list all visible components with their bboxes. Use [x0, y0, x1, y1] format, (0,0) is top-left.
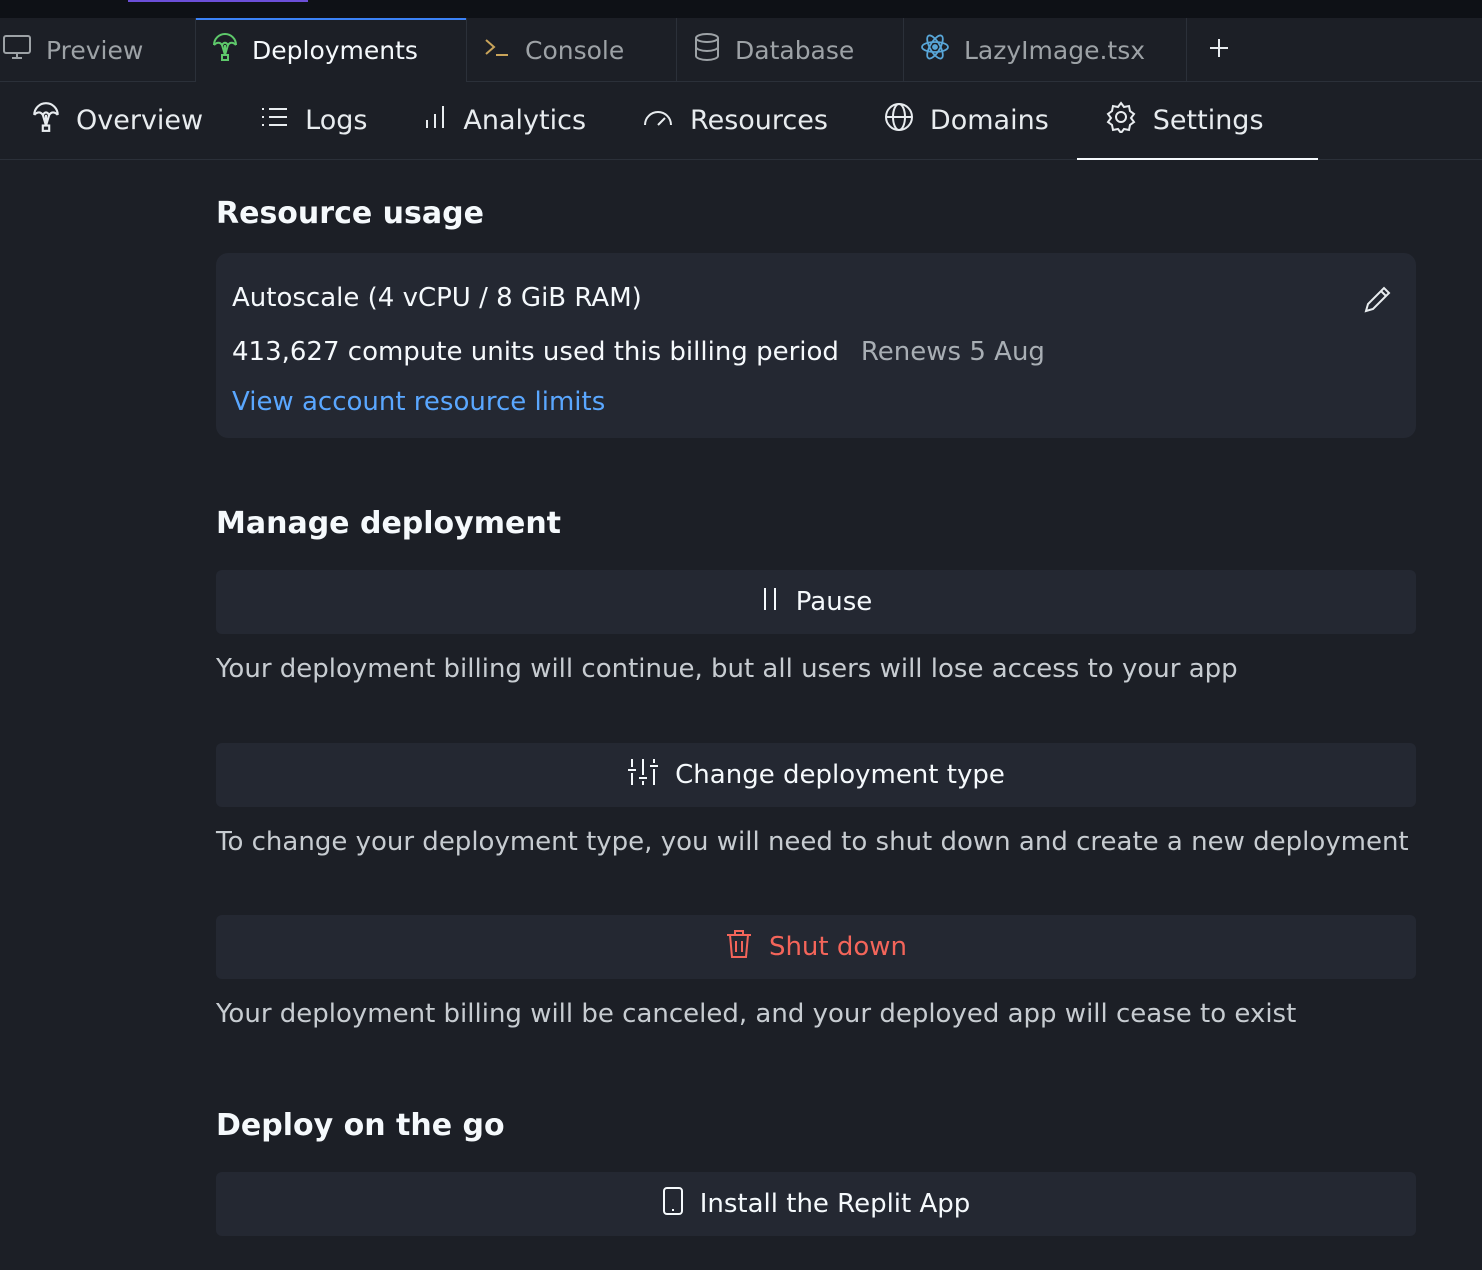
monitor-icon: [2, 33, 32, 67]
subnav-label: Domains: [929, 105, 1049, 136]
tab-database[interactable]: Database: [677, 18, 904, 82]
react-icon: [920, 33, 950, 67]
install-replit-app-button[interactable]: Install the Replit App: [216, 1172, 1416, 1236]
edit-plan-button[interactable]: [1362, 283, 1394, 319]
usage-text: 413,627 compute units used this billing …: [232, 337, 1045, 367]
gear-icon: [1105, 101, 1137, 140]
shut-down-description: Your deployment billing will be canceled…: [216, 999, 1297, 1029]
smartphone-icon: [662, 1186, 684, 1223]
pause-icon: [760, 586, 780, 619]
shut-down-button[interactable]: Shut down: [216, 915, 1416, 979]
subnav-label: Resources: [690, 105, 828, 136]
tab-lazyimage[interactable]: LazyImage.tsx: [904, 18, 1187, 82]
pause-label: Pause: [795, 587, 873, 617]
add-tab-button[interactable]: [1187, 18, 1251, 82]
manage-deployment-heading: Manage deployment: [216, 506, 562, 541]
shut-down-label: Shut down: [768, 932, 908, 962]
change-deployment-type-button[interactable]: Change deployment type: [216, 743, 1416, 807]
pencil-icon: [1362, 286, 1394, 319]
tab-label: Console: [525, 35, 625, 65]
subnav-logs[interactable]: Logs: [259, 82, 393, 160]
install-app-label: Install the Replit App: [699, 1189, 971, 1219]
trash-icon: [725, 928, 753, 967]
list-icon: [259, 105, 289, 136]
window-top-strip: [0, 0, 1482, 18]
deployments-icon: [32, 101, 60, 140]
tab-preview[interactable]: Preview: [0, 18, 196, 82]
tab-label: Preview: [46, 35, 144, 65]
subnav-overview[interactable]: Overview: [32, 82, 229, 160]
subnav-label: Logs: [305, 105, 368, 136]
resource-usage-heading: Resource usage: [216, 196, 484, 231]
terminal-icon: [483, 35, 511, 65]
subnav-resources[interactable]: Resources: [642, 82, 854, 160]
tab-console[interactable]: Console: [467, 18, 677, 82]
gauge-icon: [642, 105, 674, 136]
database-icon: [693, 32, 721, 68]
pause-description: Your deployment billing will continue, b…: [216, 654, 1238, 684]
tab-deployments[interactable]: Deployments: [196, 18, 467, 82]
change-type-description: To change your deployment type, you will…: [216, 827, 1409, 857]
plus-icon: [1208, 37, 1230, 63]
subnav-label: Overview: [76, 105, 204, 136]
subnav-analytics[interactable]: Analytics: [423, 82, 612, 160]
plan-text: Autoscale (4 vCPU / 8 GiB RAM): [232, 283, 642, 313]
compute-units-text: 413,627 compute units used this billing …: [232, 337, 839, 367]
globe-icon: [884, 102, 914, 139]
top-accent-bar: [128, 0, 308, 2]
renews-text: Renews 5 Aug: [860, 337, 1045, 367]
subnav-label: Settings: [1152, 105, 1264, 136]
deploy-on-the-go-heading: Deploy on the go: [216, 1108, 505, 1143]
pause-button[interactable]: Pause: [216, 570, 1416, 634]
resource-usage-card: Autoscale (4 vCPU / 8 GiB RAM) 413,627 c…: [216, 253, 1416, 438]
sliders-icon: [627, 757, 659, 794]
subnav-domains[interactable]: Domains: [884, 82, 1075, 160]
file-tab-bar: Preview Deployments Console Database Laz…: [0, 18, 1482, 82]
deployment-subnav: Overview Logs Analytics Resources Domain…: [0, 82, 1482, 160]
subnav-settings[interactable]: Settings: [1076, 82, 1318, 160]
tab-label: LazyImage.tsx: [964, 35, 1146, 65]
view-resource-limits-link[interactable]: View account resource limits: [232, 387, 605, 417]
tab-label: Deployments: [252, 35, 418, 65]
subnav-label: Analytics: [463, 105, 587, 136]
change-type-label: Change deployment type: [675, 760, 1005, 790]
deployments-icon: [212, 32, 238, 68]
tab-label: Database: [735, 35, 855, 65]
bar-chart-icon: [423, 104, 447, 137]
